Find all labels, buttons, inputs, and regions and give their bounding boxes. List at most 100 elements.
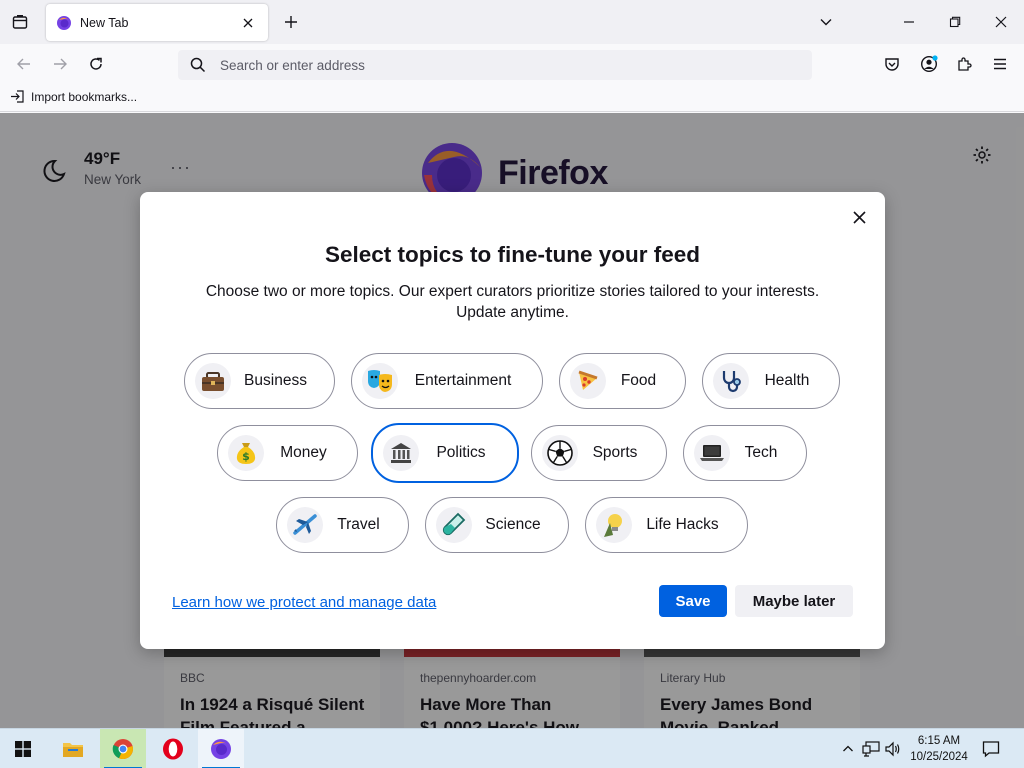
- firefox-logo-icon: [211, 739, 231, 759]
- topic-label: Life Hacks: [646, 516, 719, 533]
- topic-politics[interactable]: Politics: [371, 423, 519, 483]
- puzzle-icon: [958, 57, 972, 71]
- theater-masks-icon: [362, 363, 398, 399]
- account-button[interactable]: [915, 50, 943, 78]
- privacy-learn-more-link[interactable]: Learn how we protect and manage data: [172, 594, 436, 611]
- bookmarks-toolbar: Import bookmarks...: [0, 84, 1024, 112]
- dialog-description-line: Choose two or more topics. Our expert cu…: [205, 283, 820, 300]
- soccer-ball-icon: [542, 435, 578, 471]
- taskbar-file-explorer[interactable]: [50, 729, 96, 768]
- close-icon: [995, 16, 1007, 28]
- save-button[interactable]: Save: [659, 585, 727, 617]
- taskbar-clock[interactable]: 6:15 AM 10/25/2024: [904, 733, 974, 765]
- firefox-view-button[interactable]: [6, 8, 34, 36]
- chrome-icon: [112, 739, 133, 760]
- topic-selection-dialog: Select topics to fine-tune your feed Cho…: [140, 192, 885, 649]
- lightbulb-icon: [596, 507, 632, 543]
- stethoscope-icon: [713, 363, 749, 399]
- search-icon: [190, 57, 206, 73]
- show-hidden-icons-button[interactable]: [838, 739, 858, 759]
- plus-icon: [285, 16, 297, 28]
- svg-text:$: $: [242, 450, 250, 463]
- clock-time: 6:15 AM: [917, 735, 961, 747]
- volume-button[interactable]: [883, 739, 903, 759]
- url-bar[interactable]: Search or enter address: [178, 50, 812, 80]
- topic-label: Business: [244, 372, 307, 389]
- topic-money[interactable]: $ Money: [217, 425, 358, 481]
- government-building-icon: [383, 435, 419, 471]
- briefcase-icon: [195, 363, 231, 399]
- start-button[interactable]: [0, 729, 46, 768]
- topic-sports[interactable]: Sports: [531, 425, 667, 481]
- topic-label: Food: [620, 372, 657, 389]
- reload-icon: [90, 57, 102, 70]
- close-icon: [852, 210, 866, 224]
- dialog-description-line: Update anytime.: [456, 304, 569, 321]
- import-bookmarks-button[interactable]: Import bookmarks...: [10, 89, 137, 104]
- test-tube-icon: [436, 507, 472, 543]
- minimize-button[interactable]: [895, 8, 923, 36]
- new-tab-button[interactable]: [278, 9, 304, 35]
- clock-date: 10/25/2024: [910, 751, 968, 763]
- notifications-button[interactable]: [981, 739, 1001, 759]
- dialog-title: Select topics to fine-tune your feed: [324, 242, 701, 267]
- topic-label: Travel: [337, 516, 380, 533]
- taskbar-opera[interactable]: [150, 729, 196, 768]
- topic-health[interactable]: Health: [702, 353, 840, 409]
- url-bar-placeholder: Search or enter address: [220, 57, 365, 73]
- chevron-up-icon: [843, 745, 853, 752]
- network-icon: [862, 741, 880, 757]
- taskbar-chrome[interactable]: [100, 729, 146, 768]
- topic-label: Health: [764, 372, 810, 389]
- minimize-icon: [904, 21, 914, 23]
- airplane-icon: [287, 507, 323, 543]
- tab-bar: New Tab: [0, 0, 1024, 44]
- topic-travel[interactable]: Travel: [276, 497, 409, 553]
- dialog-description: Choose two or more topics. Our expert cu…: [180, 281, 845, 323]
- navigation-toolbar: Search or enter address: [0, 44, 1024, 84]
- forward-button[interactable]: [46, 50, 74, 78]
- maybe-later-button[interactable]: Maybe later: [735, 585, 853, 617]
- account-icon: [920, 55, 938, 73]
- speaker-icon: [885, 741, 900, 757]
- dialog-close-button[interactable]: [848, 206, 870, 228]
- topic-label: Tech: [744, 444, 778, 461]
- menu-button[interactable]: [986, 50, 1014, 78]
- money-bag-icon: $: [228, 435, 264, 471]
- pizza-icon: [570, 363, 606, 399]
- pocket-icon: [885, 58, 899, 71]
- topic-business[interactable]: Business: [184, 353, 335, 409]
- list-all-tabs-button[interactable]: [812, 8, 840, 36]
- arrow-right-icon: [54, 58, 67, 70]
- reload-button[interactable]: [82, 50, 110, 78]
- topic-food[interactable]: Food: [559, 353, 686, 409]
- import-icon: [11, 90, 24, 103]
- topic-label: Money: [280, 444, 327, 461]
- tab-new-tab[interactable]: New Tab: [46, 4, 268, 41]
- topic-label: Sports: [592, 444, 638, 461]
- firefox-view-icon: [12, 15, 28, 29]
- tab-title: New Tab: [80, 15, 129, 30]
- topic-entertainment[interactable]: Entertainment: [351, 353, 543, 409]
- tab-close-button[interactable]: [238, 13, 258, 33]
- taskbar-firefox[interactable]: [198, 729, 244, 768]
- close-icon: [243, 18, 253, 27]
- topic-label: Entertainment: [414, 372, 512, 389]
- arrow-left-icon: [17, 58, 30, 70]
- restore-button[interactable]: [941, 8, 969, 36]
- topic-label: Politics: [436, 444, 486, 461]
- laptop-icon: [694, 435, 730, 471]
- topic-life-hacks[interactable]: Life Hacks: [585, 497, 748, 553]
- opera-icon: [163, 738, 183, 760]
- network-button[interactable]: [861, 739, 881, 759]
- hamburger-menu-icon: [994, 58, 1006, 70]
- pocket-button[interactable]: [878, 50, 906, 78]
- close-window-button[interactable]: [987, 8, 1015, 36]
- extensions-button[interactable]: [950, 50, 978, 78]
- back-button[interactable]: [10, 50, 38, 78]
- windows-taskbar: 6:15 AM 10/25/2024: [0, 728, 1024, 768]
- folder-icon: [63, 743, 83, 757]
- topic-tech[interactable]: Tech: [683, 425, 807, 481]
- topic-science[interactable]: Science: [425, 497, 569, 553]
- restore-icon: [949, 16, 961, 28]
